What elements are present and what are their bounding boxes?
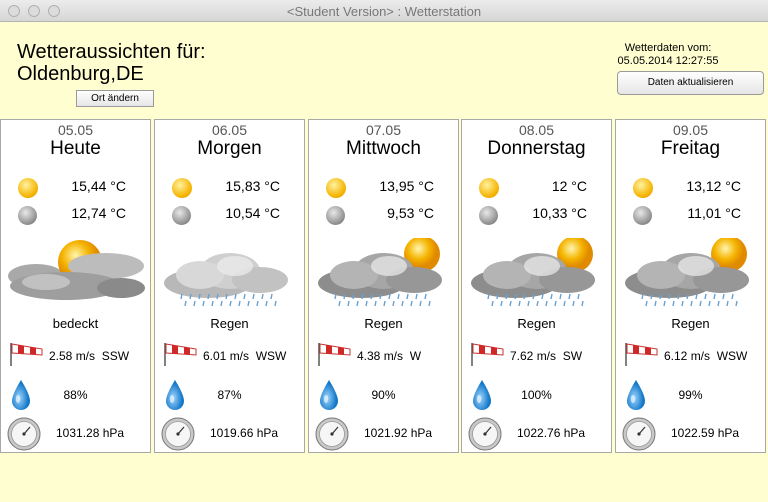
wind-value: 4.38 m/s W (357, 349, 422, 363)
moon-icon (172, 206, 191, 225)
sun-behind-clouds-icon (6, 238, 146, 308)
forecast-day: Mittwoch (346, 138, 421, 159)
wind-value: 6.12 m/s WSW (664, 349, 748, 363)
day-temperature: 15,44 °C (71, 178, 126, 194)
moon-icon (479, 206, 498, 225)
sun-icon (633, 178, 653, 198)
header-title: Wetteraussichten für: (17, 41, 206, 63)
sun-rain-cloud-icon (621, 238, 761, 308)
sun-icon (479, 178, 499, 198)
humidity-value: 100% (521, 388, 552, 402)
windsock-icon (162, 340, 198, 366)
day-temperature: 13,95 °C (379, 178, 434, 194)
forecast-card: 06.05 Morgen 15,83 °C 10,54 °C Regen 6.0… (154, 119, 305, 453)
humidity-value: 99% (678, 388, 703, 402)
day-temperature: 15,83 °C (225, 178, 280, 194)
forecast-day: Donnerstag (487, 138, 586, 159)
sun-rain-cloud-icon (314, 238, 454, 308)
weather-condition: bedeckt (52, 316, 99, 331)
title-bar: <Student Version> : Wetterstation (0, 0, 768, 22)
humidity-value: 88% (63, 388, 88, 402)
rain-cloud-icon (160, 238, 300, 308)
data-info: Wetterdaten vom: 05.05.2014 12:27:55 (598, 42, 738, 68)
forecast-header: Wetteraussichten für: Oldenburg,DE (17, 41, 206, 85)
forecast-card: 05.05 Heute 15,44 °C 12,74 °C bedeckt 2.… (0, 119, 151, 453)
windsock-icon (316, 340, 352, 366)
forecast-card: 07.05 Mittwoch 13,95 °C 9,53 °C Regen 4.… (308, 119, 459, 453)
forecast-date: 05.05 (57, 122, 94, 138)
sun-icon (18, 178, 38, 198)
data-from-label: Wetterdaten vom: (624, 42, 712, 54)
pressure-value: 1019.66 hPa (210, 426, 279, 440)
pressure-value: 1021.92 hPa (364, 426, 433, 440)
window-title: <Student Version> : Wetterstation (286, 4, 482, 19)
night-temperature: 12,74 °C (71, 205, 126, 221)
forecast-date: 08.05 (518, 122, 555, 138)
sun-icon (172, 178, 192, 198)
forecast-date: 07.05 (365, 122, 402, 138)
night-temperature: 10,33 °C (532, 205, 587, 221)
wind-value: 2.58 m/s SSW (49, 349, 130, 363)
forecast-card: 09.05 Freitag 13,12 °C 11,01 °C Regen 6.… (615, 119, 766, 453)
barometer-icon (468, 417, 502, 451)
night-temperature: 11,01 °C (687, 205, 741, 221)
weather-condition: Regen (364, 316, 403, 331)
windsock-icon (8, 340, 44, 366)
forecast-day: Morgen (197, 138, 262, 159)
windsock-icon (623, 340, 659, 366)
forecast-card: 08.05 Donnerstag 12 °C 10,33 °C Regen 7.… (461, 119, 612, 453)
data-timestamp: 05.05.2014 12:27:55 (617, 55, 719, 67)
change-location-button[interactable]: Ort ändern (76, 90, 154, 107)
wind-value: 7.62 m/s SW (510, 349, 583, 363)
forecast-day: Heute (50, 138, 101, 159)
pressure-value: 1031.28 hPa (56, 426, 125, 440)
wind-value: 6.01 m/s WSW (203, 349, 287, 363)
weather-condition: Regen (210, 316, 249, 331)
barometer-icon (161, 417, 195, 451)
moon-icon (18, 206, 37, 225)
barometer-icon (315, 417, 349, 451)
forecast-day: Freitag (660, 138, 721, 159)
day-temperature: 13,12 °C (686, 178, 741, 194)
pressure-value: 1022.59 hPa (671, 426, 740, 440)
humidity-value: 90% (371, 388, 396, 402)
day-temperature: 12 °C (551, 178, 587, 194)
sun-rain-cloud-icon (467, 238, 607, 308)
barometer-icon (622, 417, 656, 451)
location-name: Oldenburg,DE (17, 63, 144, 85)
moon-icon (633, 206, 652, 225)
forecast-date: 09.05 (672, 122, 709, 138)
barometer-icon (7, 417, 41, 451)
moon-icon (326, 206, 345, 225)
windsock-icon (469, 340, 505, 366)
weather-condition: Regen (671, 316, 710, 331)
night-temperature: 9,53 °C (387, 205, 434, 221)
pressure-value: 1022.76 hPa (517, 426, 586, 440)
humidity-value: 87% (217, 388, 242, 402)
refresh-data-button[interactable]: Daten aktualisieren (617, 71, 764, 95)
weather-condition: Regen (517, 316, 556, 331)
night-temperature: 10,54 °C (225, 205, 280, 221)
forecast-date: 06.05 (211, 122, 248, 138)
sun-icon (326, 178, 346, 198)
